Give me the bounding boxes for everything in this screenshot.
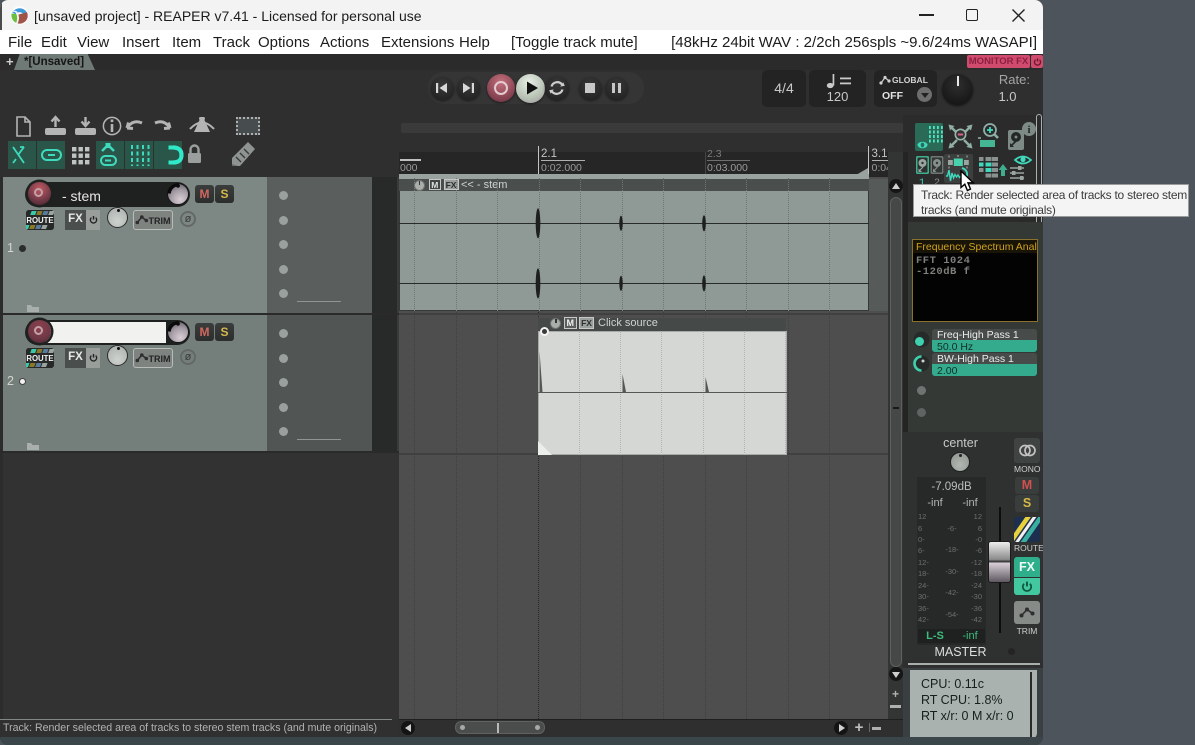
svg-text:TRIM: TRIM bbox=[149, 216, 171, 226]
svg-text:i: i bbox=[1027, 124, 1030, 136]
svg-text:ROUTE: ROUTE bbox=[26, 216, 53, 225]
svg-text:ROUTE: ROUTE bbox=[26, 354, 53, 363]
svg-text:TRIM: TRIM bbox=[149, 354, 171, 364]
